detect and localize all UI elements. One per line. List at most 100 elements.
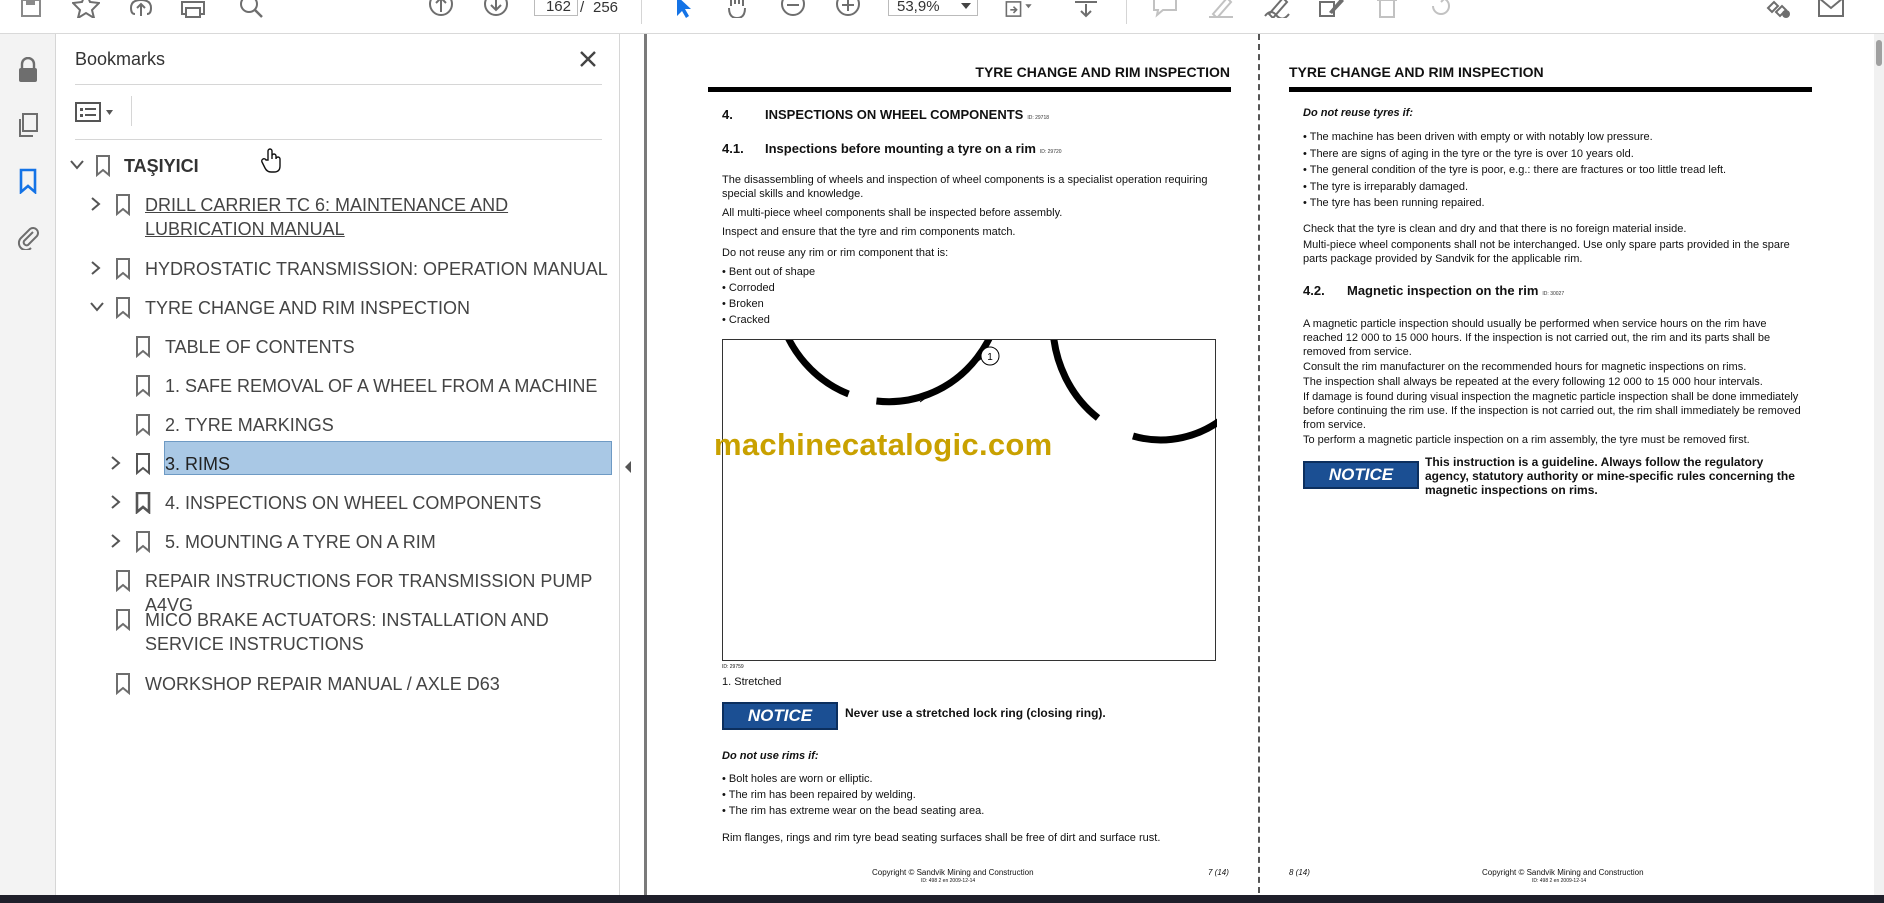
scroll-mode-icon[interactable] — [1071, 0, 1101, 20]
share-link-icon[interactable] — [1762, 0, 1792, 20]
paragraph: Inspect and ensure that the tyre and rim… — [722, 226, 1016, 238]
chevron-down-icon[interactable] — [89, 299, 105, 315]
bookmark-icon — [116, 673, 130, 695]
upload-icon[interactable] — [126, 0, 156, 20]
lock-ring-illustration: 1 — [772, 162, 1273, 444]
bookmark-icon — [136, 453, 150, 475]
bookmark-label: HYDROSTATIC TRANSMISSION: OPERATION MANU… — [145, 259, 608, 279]
bullet-list: • Bolt holes are worn or elliptic. • The… — [722, 772, 1220, 820]
bookmark-item-table-of-contents[interactable]: TABLE OF CONTENTS — [57, 333, 617, 363]
delete-icon[interactable] — [1372, 0, 1402, 20]
scrollbar-thumb[interactable] — [1876, 40, 1882, 66]
bookmark-item-repair-instructions[interactable]: REPAIR INSTRUCTIONS FOR TRANSMISSION PUM… — [57, 567, 617, 615]
vertical-scrollbar[interactable] — [1874, 34, 1884, 903]
edit-text-icon[interactable] — [1316, 0, 1346, 20]
page-number-input[interactable]: 162 — [534, 0, 578, 16]
navigation-rail — [0, 34, 56, 903]
bookmark-item-workshop[interactable]: WORKSHOP REPAIR MANUAL / AXLE D63 — [57, 670, 617, 700]
header-rule — [708, 87, 1231, 92]
list-item: • The tyre has been running repaired. — [1303, 197, 1485, 209]
chevron-right-icon[interactable] — [108, 533, 124, 549]
paragraph: All multi-piece wheel components shall b… — [722, 207, 1063, 219]
bookmarks-panel: Bookmarks TAŞIYICI DRILL CARRIER TC 6: M… — [57, 34, 620, 903]
chevron-right-icon[interactable] — [88, 196, 104, 212]
bookmark-item-rims[interactable]: 3. RIMS — [57, 450, 617, 480]
star-icon[interactable] — [71, 0, 101, 20]
highlight-icon[interactable] — [1206, 0, 1236, 20]
paragraph: If damage is found during visual inspect… — [1303, 391, 1801, 431]
chevron-left-icon — [625, 461, 631, 473]
chevron-down-icon[interactable] — [69, 157, 85, 173]
figure-callout-number: 1 — [987, 352, 993, 363]
section-id: ID: 29718 — [1027, 115, 1050, 121]
subsection-title-text: Inspections before mounting a tyre on a … — [765, 141, 1036, 156]
zoom-value: 53,9% — [897, 0, 940, 15]
collapse-panel-handle[interactable] — [622, 455, 634, 479]
rotate-icon[interactable] — [1426, 0, 1456, 20]
zoom-in-icon[interactable] — [833, 0, 863, 20]
print-icon[interactable] — [178, 0, 208, 20]
chevron-down-icon — [961, 3, 971, 9]
save-icon[interactable] — [16, 0, 46, 20]
bookmark-label: 3. RIMS — [165, 454, 231, 474]
next-page-icon[interactable] — [481, 0, 511, 20]
section-title: INSPECTIONS ON WHEEL COMPONENTS ID: 29718 — [765, 107, 1049, 122]
notice-badge: NOTICE — [722, 702, 838, 730]
footer-id: ID: 498 2 en 2009-12-14 — [921, 878, 976, 884]
list-item: • Bent out of shape — [722, 266, 816, 278]
bookmark-icon — [116, 570, 130, 592]
bookmark-item-drill-carrier[interactable]: DRILL CARRIER TC 6: MAINTENANCE AND LUBR… — [57, 191, 617, 239]
list-item: • There are signs of aging in the tyre o… — [1303, 147, 1634, 160]
bookmark-item-mounting[interactable]: 5. MOUNTING A TYRE ON A RIM — [57, 528, 617, 558]
bookmark-item-hydrostatic[interactable]: HYDROSTATIC TRANSMISSION: OPERATION MANU… — [57, 255, 617, 285]
bookmark-label: TYRE CHANGE AND RIM INSPECTION — [145, 298, 471, 318]
close-panel-button[interactable] — [575, 46, 601, 72]
chevron-right-icon[interactable] — [88, 260, 104, 276]
options-menu-icon — [75, 102, 113, 122]
subsection-id: ID: 29720 — [1039, 149, 1062, 155]
bookmark-item-safe-removal[interactable]: 1. SAFE REMOVAL OF A WHEEL FROM A MACHIN… — [57, 372, 617, 402]
bookmark-label: 5. MOUNTING A TYRE ON A RIM — [165, 532, 436, 552]
comment-icon[interactable] — [1150, 0, 1180, 20]
bookmarks-panel-icon[interactable] — [12, 165, 44, 197]
page-header: TYRE CHANGE AND RIM INSPECTION — [1289, 64, 1544, 80]
chevron-right-icon[interactable] — [108, 455, 124, 471]
hand-tool-icon[interactable] — [722, 0, 752, 20]
page-divider — [1258, 34, 1260, 903]
previous-page-icon[interactable] — [426, 0, 456, 20]
page-thumbnails-icon[interactable] — [12, 109, 44, 141]
lock-icon[interactable] — [12, 54, 44, 86]
email-icon[interactable] — [1816, 0, 1846, 20]
bookmark-label: TABLE OF CONTENTS — [165, 337, 355, 357]
page-fit-icon[interactable] — [1004, 0, 1034, 20]
subsection-number: 4.1. — [722, 141, 744, 156]
paragraph: Check that the tyre is clean and dry and… — [1303, 223, 1687, 235]
list-item: • The rim has been repaired by welding. — [722, 789, 916, 801]
bookmark-icon — [136, 414, 150, 436]
bookmark-item-tyre-markings[interactable]: 2. TYRE MARKINGS — [57, 411, 617, 441]
chevron-right-icon[interactable] — [108, 494, 124, 510]
subsection-title: Magnetic inspection on the rim ID: 30027 — [1347, 283, 1564, 298]
divider — [75, 84, 602, 85]
bookmark-options-button[interactable] — [75, 98, 121, 126]
bookmark-icon — [116, 297, 130, 319]
bookmark-item-inspections[interactable]: 4. INSPECTIONS ON WHEEL COMPONENTS — [57, 489, 617, 519]
bookmark-item-tyre-change[interactable]: TYRE CHANGE AND RIM INSPECTION — [57, 294, 617, 324]
page-total: 256 — [593, 0, 619, 16]
zoom-out-icon[interactable] — [778, 0, 808, 20]
bookmark-item-tasiyici[interactable]: TAŞIYICI — [57, 152, 617, 182]
find-icon[interactable] — [236, 0, 266, 20]
bookmark-icon — [136, 336, 150, 358]
bookmark-icon — [96, 155, 110, 177]
subheading: Do not use rims if: — [722, 750, 819, 762]
panel-title: Bookmarks — [75, 49, 166, 69]
attachments-icon[interactable] — [12, 221, 44, 253]
zoom-level-select[interactable]: 53,9% — [888, 0, 978, 16]
bookmark-item-mico-brake[interactable]: MICO BRAKE ACTUATORS: INSTALLATION AND S… — [57, 606, 617, 654]
bookmark-icon — [135, 492, 151, 514]
list-item: • The general condition of the tyre is p… — [1303, 164, 1727, 176]
select-pointer-icon[interactable] — [668, 0, 698, 20]
draw-freehand-icon[interactable] — [1262, 0, 1292, 20]
bookmark-label: 2. TYRE MARKINGS — [165, 415, 334, 435]
notice-text: This instruction is a guideline. Always … — [1425, 455, 1795, 497]
